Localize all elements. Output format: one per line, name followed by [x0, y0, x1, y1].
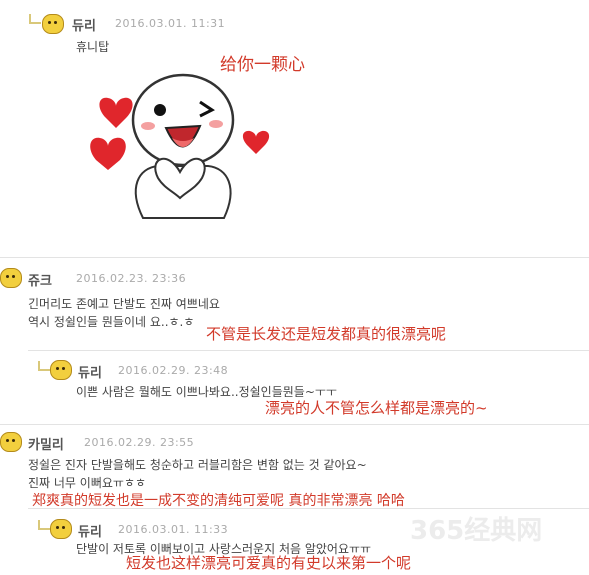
comment-author[interactable]: 쥬크: [28, 270, 52, 289]
comment-divider: [0, 424, 589, 425]
comment-author[interactable]: 듀리: [72, 15, 96, 34]
reply-arrow-icon: [29, 14, 41, 24]
comment-date: 2016.02.29. 23:48: [118, 364, 229, 377]
comment-date: 2016.03.01. 11:31: [115, 17, 226, 30]
comment-date: 2016.02.23. 23:36: [76, 272, 187, 285]
comment-text: 역시 정쉴인들 뭔들이네 요..ㅎ.ㅎ: [28, 315, 195, 329]
avatar: [42, 14, 64, 34]
heart-icon: [90, 137, 126, 170]
heart-icon: [99, 97, 133, 128]
caption-text: 郑爽真的短发也是一成不变的清纯可爱呢 真的非常漂亮 哈哈: [32, 493, 405, 509]
comment-text: 정쉴은 진자 단발을해도 청순하고 러블리함은 변함 없는 것 같아요~: [28, 458, 367, 472]
comment-author[interactable]: 카밀리: [28, 434, 64, 453]
comment-divider: [0, 257, 589, 258]
comment-text: 긴머리도 존예고 단발도 진짜 여쁘네요: [28, 297, 220, 311]
comment-author[interactable]: 듀리: [78, 362, 102, 381]
comment-date: 2016.03.01. 11:33: [118, 523, 229, 536]
comment-text: 휴니탑: [76, 40, 110, 54]
comment-divider: [28, 508, 589, 509]
avatar: [0, 268, 22, 288]
caption-text: 短发也这样漂亮可爱真的有史以来第一个呢: [126, 554, 412, 572]
reply-arrow-icon: [38, 361, 50, 371]
sticker-image: [90, 73, 270, 219]
heart-icon: [242, 130, 270, 154]
comment-text: 진짜 너무 이뻐요ㅠㅎㅎ: [28, 476, 147, 490]
comment-author[interactable]: 듀리: [78, 521, 102, 540]
watermark: 365经典网: [410, 516, 543, 546]
reply-arrow-icon: [38, 520, 50, 530]
caption-text: 不管是长发还是短发都真的很漂亮呢: [206, 325, 447, 343]
avatar: [50, 360, 72, 380]
avatar: [50, 519, 72, 539]
caption-text: 给你一颗心: [220, 55, 305, 75]
caption-text: 漂亮的人不管怎么样都是漂亮的~: [265, 399, 488, 417]
comment-divider: [28, 350, 589, 351]
comment-date: 2016.02.29. 23:55: [84, 436, 195, 449]
avatar: [0, 432, 22, 452]
